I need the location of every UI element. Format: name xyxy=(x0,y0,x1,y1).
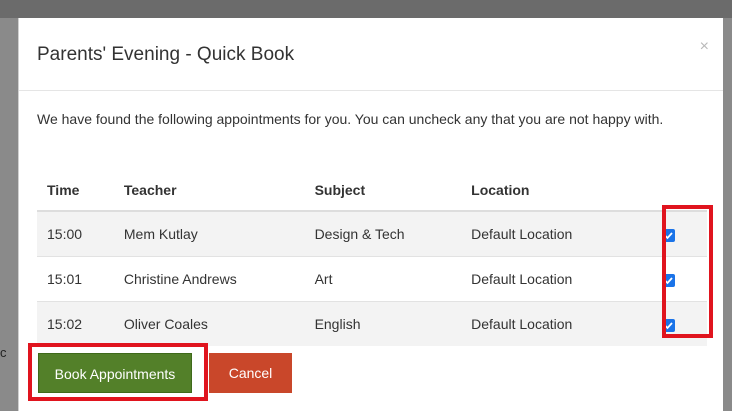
header-subject: Subject xyxy=(304,170,462,212)
header-time: Time xyxy=(37,170,114,212)
close-icon[interactable]: × xyxy=(700,38,709,56)
table-row: 15:02 Oliver Coales English Default Loca… xyxy=(37,301,707,346)
cell-location: Default Location xyxy=(461,210,641,257)
cell-subject: English xyxy=(304,301,462,346)
book-button-highlight-box xyxy=(28,343,208,401)
intro-text: We have found the following appointments… xyxy=(37,111,664,127)
cell-teacher: Mem Kutlay xyxy=(113,210,305,257)
header-location: Location xyxy=(461,170,641,212)
backdrop-right xyxy=(722,18,732,411)
table-row: 15:00 Mem Kutlay Design & Tech Default L… xyxy=(37,210,707,257)
cell-subject: Art xyxy=(304,256,462,302)
header-teacher: Teacher xyxy=(113,170,305,212)
backdrop-top xyxy=(0,0,732,18)
checkbox-highlight-box xyxy=(662,205,713,338)
cell-location: Default Location xyxy=(461,301,641,346)
table-header-row: Time Teacher Subject Location xyxy=(37,170,707,212)
table-row: 15:01 Christine Andrews Art Default Loca… xyxy=(37,256,707,302)
cell-teacher: Oliver Coales xyxy=(113,301,305,346)
dialog-title: Parents' Evening - Quick Book xyxy=(37,44,295,65)
cell-time: 15:00 xyxy=(37,210,114,257)
cell-teacher: Christine Andrews xyxy=(113,256,305,302)
cell-time: 15:01 xyxy=(37,256,114,302)
appointments-table: Time Teacher Subject Location 15:00 Mem … xyxy=(37,170,707,346)
backdrop-text: c xyxy=(0,345,7,360)
cell-time: 15:02 xyxy=(37,301,114,346)
cell-location: Default Location xyxy=(461,256,641,302)
cell-subject: Design & Tech xyxy=(304,210,462,257)
quick-book-dialog: Parents' Evening - Quick Book × We have … xyxy=(18,18,723,411)
dialog-header: Parents' Evening - Quick Book × xyxy=(19,18,723,91)
cancel-button[interactable]: Cancel xyxy=(209,353,292,393)
